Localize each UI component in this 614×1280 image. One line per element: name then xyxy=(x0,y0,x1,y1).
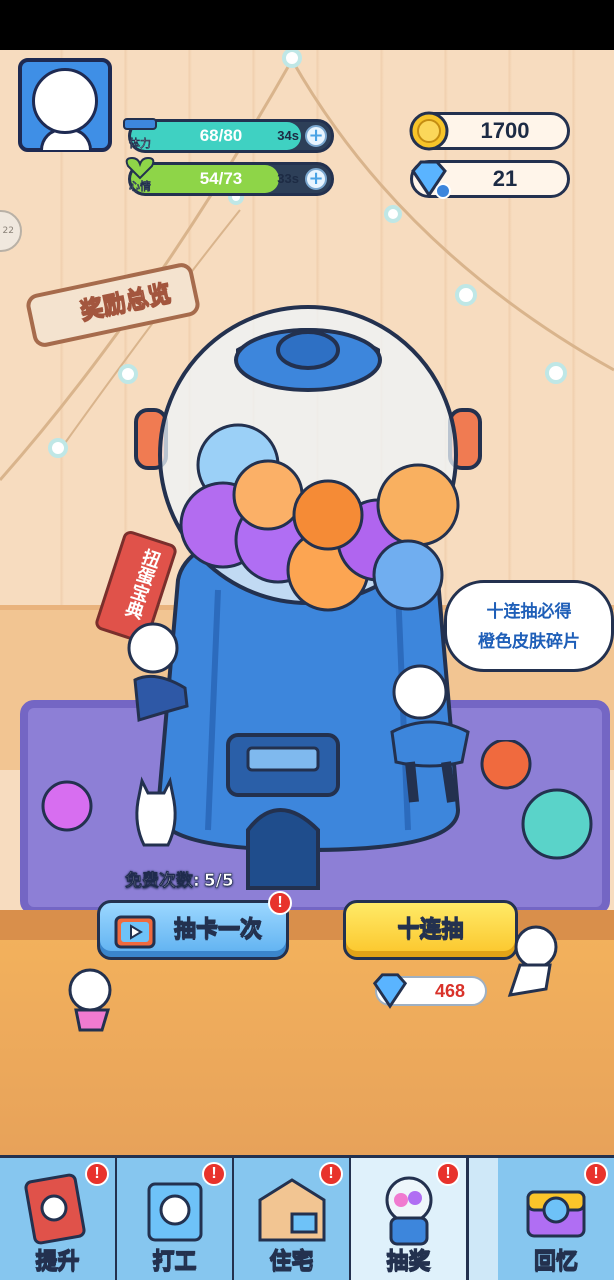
work-badge-icon xyxy=(147,1182,203,1242)
nav-work-alert: ! xyxy=(202,1162,226,1186)
house-icon xyxy=(258,1178,326,1242)
nav-tab-work[interactable]: ! 打工 xyxy=(117,1158,235,1280)
gem-value: 21 xyxy=(492,166,518,191)
speech-bubble: 十连抽必得 橙色皮肤碎片 xyxy=(444,580,614,672)
single-draw-button[interactable]: 抽卡一次 ! xyxy=(97,891,292,960)
coin-value: 1700 xyxy=(480,118,530,143)
nav-tab-house[interactable]: ! 住宅 xyxy=(234,1158,352,1280)
bubble-line-2: 橙色皮肤碎片 xyxy=(478,632,580,652)
status-bar xyxy=(0,0,614,50)
upgrade-book-icon xyxy=(24,1173,86,1245)
dumbbell-icon: 体力 xyxy=(120,113,160,153)
blue-diamond-icon xyxy=(372,973,408,1009)
free-draw-label: 免费次数: xyxy=(125,871,200,892)
gacha-machine-icon xyxy=(385,1176,433,1246)
single-draw-label: 抽卡一次 xyxy=(173,917,262,943)
nav-upgrade-label: 提升 xyxy=(35,1249,80,1275)
mood-value: 54/73 xyxy=(199,169,243,188)
ten-draw-button[interactable]: 十连抽 xyxy=(343,900,518,960)
free-draw-value: 5/5 xyxy=(203,871,234,892)
stamina-timer: 34s xyxy=(277,128,299,143)
ten-draw-label: 十连抽 xyxy=(397,917,464,943)
nav-gacha-alert: ! xyxy=(436,1162,460,1186)
stamina-value: 68/80 xyxy=(199,126,243,145)
stickman-left-of-button xyxy=(68,968,112,1032)
nav-work-label: 打工 xyxy=(152,1249,197,1275)
avatar-face xyxy=(32,68,98,134)
stamina-add-button[interactable]: + xyxy=(305,125,327,147)
nav-memories-alert: ! xyxy=(584,1162,608,1186)
single-draw-alert: ! xyxy=(268,891,292,915)
mood-label: 心情 xyxy=(129,180,151,193)
stickman-right-of-button xyxy=(507,925,558,997)
ten-draw-cost: 468 xyxy=(372,973,487,1009)
guide-tag-label: 扭蛋宝典 xyxy=(120,546,163,622)
ten-draw-cost-value: 468 xyxy=(434,981,466,1001)
nav-tab-gacha[interactable]: ! 抽奖 xyxy=(351,1158,469,1280)
side-tab-label: 22 xyxy=(2,226,14,236)
free-draw-count: 免费次数: 5/5 xyxy=(125,866,234,892)
nav-house-alert: ! xyxy=(319,1162,343,1186)
mood-timer: 33s xyxy=(277,171,299,186)
stamina-label: 体力 xyxy=(129,137,151,150)
nav-house-label: 住宅 xyxy=(269,1249,314,1275)
nav-upgrade-alert: ! xyxy=(85,1162,109,1186)
bubble-line-1: 十连抽必得 xyxy=(486,602,572,622)
blue-diamond-icon xyxy=(411,160,451,199)
nav-tab-upgrade[interactable]: ! 提升 xyxy=(0,1158,118,1280)
heart-icon: 心情 xyxy=(120,156,160,196)
decor-balls xyxy=(41,740,593,860)
gold-coin-icon xyxy=(409,111,449,151)
nav-tab-memories[interactable]: ! 回忆 xyxy=(498,1158,614,1280)
stickman-hugging-machine xyxy=(127,622,189,722)
gem-counter: 21 xyxy=(410,160,570,199)
bottom-nav: ! 提升 ! 打工 ! 住宅 ! 抽奖 ! 回忆 xyxy=(0,1155,614,1280)
player-avatar[interactable] xyxy=(18,58,112,152)
nav-gacha-label: 抽奖 xyxy=(386,1249,431,1275)
mood-add-button[interactable]: + xyxy=(305,168,327,190)
nav-memories-label: 回忆 xyxy=(533,1249,578,1275)
coin-counter: 1700 xyxy=(409,111,570,151)
camera-icon xyxy=(526,1190,586,1238)
